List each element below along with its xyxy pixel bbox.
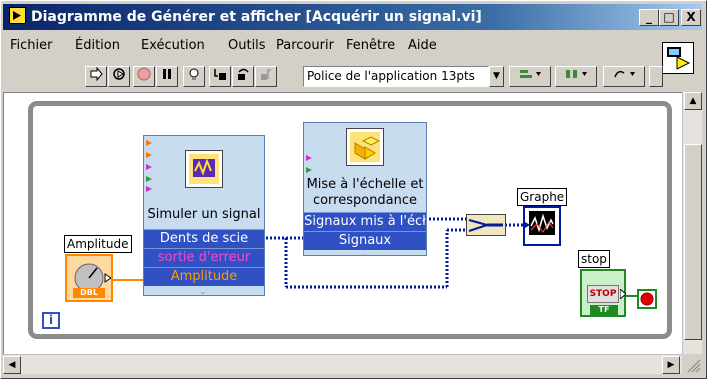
stop-label[interactable]: stop (578, 250, 610, 268)
stop-terminal[interactable]: STOP TF (580, 269, 626, 317)
amplitude-terminal[interactable]: DBL (65, 254, 113, 302)
scroll-up-button[interactable]: ▲ (684, 92, 702, 110)
dbl-badge: DBL (73, 288, 105, 298)
stop-condition-icon (640, 292, 654, 306)
row-signaux[interactable]: Signaux (304, 231, 426, 250)
merge-signals-node[interactable] (466, 214, 506, 236)
row-sortie-erreur[interactable]: sortie d'erreur (144, 248, 264, 267)
simulate-input-terminals (146, 138, 155, 192)
stop-button-face: STOP (587, 285, 619, 303)
loop-condition-terminal[interactable] (637, 289, 657, 309)
simulate-signal-node[interactable]: Simuler un signal Dents de scie sortie d… (143, 135, 265, 297)
scale-mapping-node[interactable]: Mise à l'échelle et correspondance Signa… (303, 122, 427, 259)
expand-arrow-icon[interactable]: ⌄ (361, 249, 369, 259)
simulate-signal-icon (185, 150, 223, 188)
scroll-right-button[interactable]: ▶ (662, 356, 680, 374)
merge-signals-icon (468, 219, 503, 232)
resize-grip[interactable] (682, 354, 702, 374)
row-amplitude[interactable]: Amplitude (144, 267, 264, 286)
horizontal-scrollbar[interactable]: ◀ ▶ (3, 354, 682, 374)
output-arrow-icon (620, 289, 626, 299)
graph-terminal[interactable] (523, 206, 561, 246)
scale-input-terminals (306, 153, 315, 175)
row-signaux-mis-echelle[interactable]: Signaux mis à l'écł (304, 212, 426, 231)
vertical-scroll-thumb[interactable] (684, 144, 702, 340)
vertical-scrollbar[interactable]: ▲ (682, 92, 702, 354)
resize-grip-icon (687, 359, 701, 373)
simulate-signal-title: Simuler un signal (147, 207, 261, 222)
graph-label[interactable]: Graphe (517, 188, 568, 206)
scale-mapping-icon (346, 128, 384, 166)
amplitude-label[interactable]: Amplitude (64, 235, 132, 253)
tf-badge: TF (590, 305, 618, 315)
row-dents-de-scie[interactable]: Dents de scie (144, 229, 264, 248)
waveform-graph-icon (525, 211, 555, 235)
scale-mapping-title: Mise à l'échelle et correspondance (306, 177, 424, 208)
scroll-left-button[interactable]: ◀ (3, 356, 21, 374)
expand-arrow-icon[interactable]: ⌄ (199, 287, 207, 297)
iteration-terminal[interactable]: i (42, 312, 60, 329)
